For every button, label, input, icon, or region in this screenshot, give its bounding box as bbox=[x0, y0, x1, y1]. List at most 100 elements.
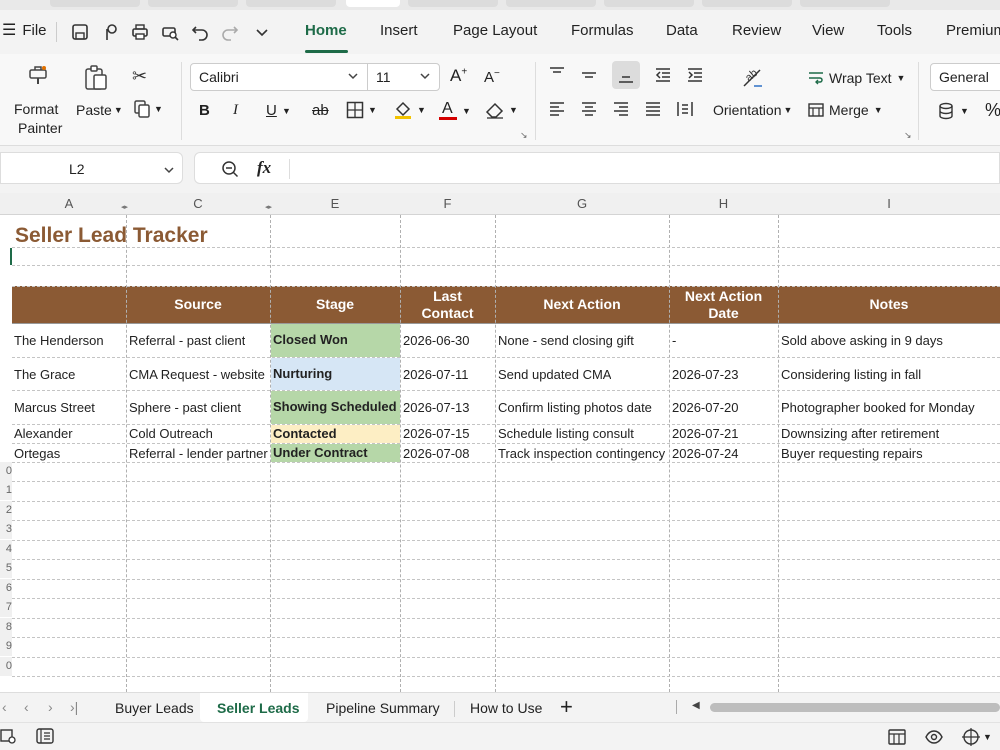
cell-last-contact[interactable]: 2026-07-08 bbox=[403, 446, 470, 462]
row-number[interactable]: 0 bbox=[0, 657, 12, 676]
page-layout-view-button[interactable]: ▼ bbox=[962, 728, 992, 746]
row-number[interactable]: 2 bbox=[0, 501, 12, 520]
cell-next-action[interactable]: None - send closing gift bbox=[498, 333, 634, 349]
tab-formulas[interactable]: Formulas bbox=[571, 22, 634, 39]
cut-icon[interactable]: ✂ bbox=[132, 66, 147, 87]
clear-format-button[interactable]: ▼ bbox=[485, 101, 518, 119]
row-number[interactable]: 5 bbox=[0, 559, 12, 578]
row-number[interactable]: 6 bbox=[0, 579, 12, 598]
column-header-e[interactable]: E bbox=[270, 193, 400, 215]
cell-next-action[interactable]: Send updated CMA bbox=[498, 367, 611, 383]
function-icon[interactable]: fx bbox=[257, 158, 271, 178]
orientation-button[interactable]: Orientation ▼ bbox=[713, 102, 792, 118]
increase-indent-icon[interactable] bbox=[686, 66, 704, 84]
underline-button[interactable]: U bbox=[266, 102, 277, 119]
normal-view-icon[interactable] bbox=[888, 728, 906, 749]
sheet-list-icon[interactable] bbox=[36, 728, 54, 747]
tab-review[interactable]: Review bbox=[732, 22, 781, 39]
distributed-align-icon[interactable] bbox=[676, 100, 694, 118]
font-name-select[interactable]: Calibri bbox=[190, 63, 368, 91]
macro-icon[interactable] bbox=[0, 728, 16, 747]
header-next-action-date[interactable]: Next Action Date bbox=[669, 286, 778, 323]
font-dialog-launcher-icon[interactable]: ↘ bbox=[520, 130, 528, 141]
cell-next-action-date[interactable]: 2026-07-23 bbox=[672, 367, 739, 383]
next-sheet-icon[interactable]: › bbox=[48, 699, 53, 715]
cell-stage[interactable]: Closed Won bbox=[273, 332, 348, 348]
tab-tools[interactable]: Tools bbox=[877, 22, 912, 39]
cell-next-action[interactable]: Confirm listing photos date bbox=[498, 400, 652, 416]
font-color-button[interactable]: A ▼ bbox=[438, 100, 471, 122]
print-preview-icon[interactable] bbox=[160, 22, 180, 42]
justify-icon[interactable] bbox=[644, 100, 662, 118]
cell-name[interactable]: The Henderson bbox=[14, 333, 104, 349]
select-all-corner[interactable] bbox=[0, 193, 12, 215]
row-number[interactable]: 4 bbox=[0, 540, 12, 559]
align-middle-icon[interactable] bbox=[580, 66, 598, 84]
copy-button[interactable]: ▼ bbox=[134, 100, 163, 118]
reading-mode-eye-icon[interactable] bbox=[925, 728, 943, 749]
share-icon[interactable] bbox=[100, 22, 120, 42]
tab-data[interactable]: Data bbox=[666, 22, 698, 39]
file-menu[interactable]: ☰ File bbox=[2, 22, 47, 39]
font-size-select[interactable]: 11 bbox=[367, 63, 440, 91]
fill-color-button[interactable]: ▼ bbox=[393, 100, 426, 120]
worksheet-grid[interactable]: 0 1 2 3 4 5 6 7 8 9 0 Seller Lead Tracke… bbox=[0, 215, 1000, 692]
cell-last-contact[interactable]: 2026-07-11 bbox=[403, 367, 469, 383]
align-center-icon[interactable] bbox=[580, 100, 598, 118]
strikethrough-button[interactable]: ab bbox=[312, 102, 329, 119]
print-icon[interactable] bbox=[130, 22, 150, 42]
cell-last-contact[interactable]: 2026-07-13 bbox=[403, 400, 470, 416]
tab-view[interactable]: View bbox=[812, 22, 844, 39]
cell-last-contact[interactable]: 2026-06-30 bbox=[403, 333, 470, 349]
row-number[interactable]: 9 bbox=[0, 637, 12, 656]
horizontal-scrollbar[interactable] bbox=[710, 703, 1000, 712]
cell-last-contact[interactable]: 2026-07-15 bbox=[403, 426, 470, 442]
cell-notes[interactable]: Photographer booked for Monday bbox=[781, 400, 975, 416]
hidden-column-marker-icon[interactable]: ◂▸ bbox=[121, 203, 128, 211]
column-header-i[interactable]: I bbox=[778, 193, 1000, 215]
increase-font-size-icon[interactable]: A+ bbox=[450, 66, 467, 86]
cell-next-action[interactable]: Track inspection contingency bbox=[498, 446, 665, 462]
column-header-h[interactable]: H bbox=[669, 193, 778, 215]
scroll-left-icon[interactable]: ◀ bbox=[692, 700, 700, 711]
align-top-icon[interactable] bbox=[548, 66, 566, 84]
cell-notes[interactable]: Downsizing after retirement bbox=[781, 426, 939, 442]
merge-button[interactable]: Merge ▼ bbox=[808, 102, 883, 118]
sheet-tab-pipeline-summary[interactable]: Pipeline Summary bbox=[326, 700, 440, 716]
row-number[interactable]: 0 bbox=[0, 462, 12, 481]
cell-next-action-date[interactable]: 2026-07-21 bbox=[672, 426, 739, 442]
cell-name[interactable]: The Grace bbox=[14, 367, 75, 383]
align-bottom-icon[interactable] bbox=[612, 61, 640, 89]
cell-name[interactable]: Marcus Street bbox=[14, 400, 95, 416]
cell-notes[interactable]: Sold above asking in 9 days bbox=[781, 333, 943, 349]
sheet-tab-buyer-leads[interactable]: Buyer Leads bbox=[115, 700, 194, 716]
cell-name[interactable]: Ortegas bbox=[14, 446, 60, 462]
first-sheet-icon[interactable]: ‹ bbox=[2, 699, 7, 715]
align-right-icon[interactable] bbox=[612, 100, 630, 118]
cell-next-action[interactable]: Schedule listing consult bbox=[498, 426, 634, 442]
cell-notes[interactable]: Considering listing in fall bbox=[781, 367, 921, 383]
header-notes[interactable]: Notes bbox=[778, 286, 1000, 323]
column-header-f[interactable]: F bbox=[400, 193, 495, 215]
number-format-select[interactable]: General bbox=[930, 63, 1000, 91]
sheet-title[interactable]: Seller Lead Tracker bbox=[15, 223, 208, 248]
cell-next-action-date[interactable]: 2026-07-20 bbox=[672, 400, 739, 416]
header-last-contact[interactable]: Last Contact bbox=[400, 286, 495, 323]
chevron-down-icon[interactable]: ▼ bbox=[282, 106, 291, 116]
cell-next-action-date[interactable]: 2026-07-24 bbox=[672, 446, 739, 462]
tab-page-layout[interactable]: Page Layout bbox=[453, 22, 537, 39]
align-left-icon[interactable] bbox=[548, 100, 566, 118]
hidden-column-marker-icon[interactable]: ◂▸ bbox=[265, 203, 272, 211]
row-number[interactable]: 7 bbox=[0, 598, 12, 617]
italic-button[interactable]: I bbox=[233, 102, 238, 119]
decrease-font-size-icon[interactable]: A− bbox=[484, 68, 500, 86]
previous-sheet-icon[interactable]: ‹ bbox=[24, 699, 29, 715]
cell-source[interactable]: Cold Outreach bbox=[129, 426, 213, 442]
redo-icon[interactable] bbox=[220, 22, 240, 42]
cell-notes[interactable]: Buyer requesting repairs bbox=[781, 446, 923, 462]
last-sheet-icon[interactable]: ›| bbox=[70, 699, 78, 715]
format-painter-button[interactable]: Format bbox=[14, 101, 58, 117]
column-header-c[interactable]: C bbox=[126, 193, 270, 215]
row-number[interactable]: 1 bbox=[0, 481, 12, 500]
cell-name[interactable]: Alexander bbox=[14, 426, 73, 442]
